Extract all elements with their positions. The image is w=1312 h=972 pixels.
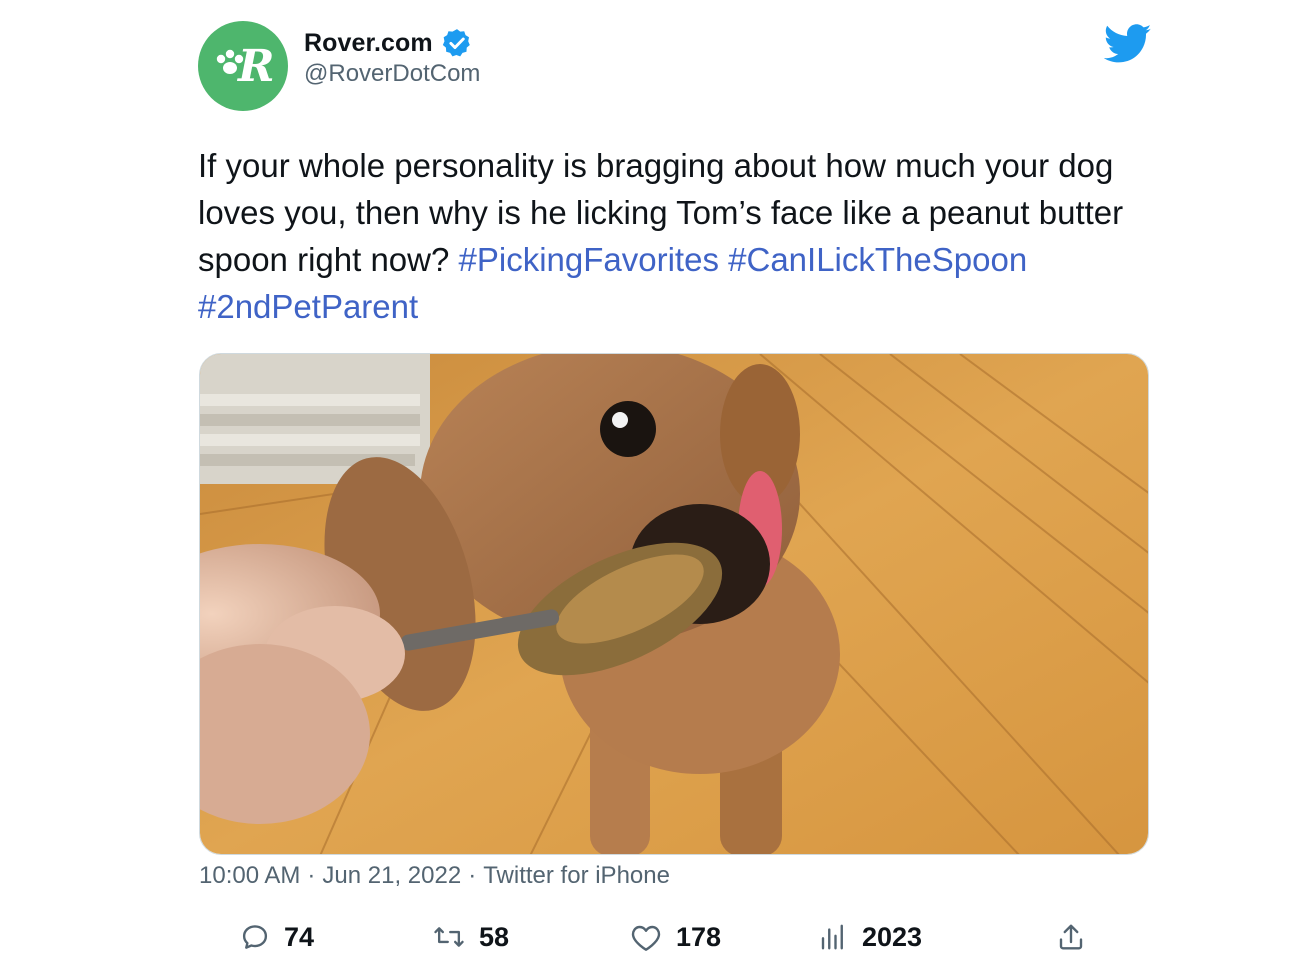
tweet-time[interactable]: 10:00 AM (199, 862, 300, 889)
views-button[interactable]: 2023 (818, 914, 922, 960)
tweet-media-image[interactable] (199, 353, 1149, 855)
avatar-letter: R (236, 41, 275, 92)
author-name-row[interactable]: Rover.com (304, 26, 473, 60)
views-chart-icon (818, 922, 848, 952)
views-count: 2023 (862, 921, 923, 952)
share-icon (1056, 922, 1086, 952)
author-handle[interactable]: @RoverDotCom (304, 60, 480, 88)
hashtag-link[interactable]: #2ndPetParent (198, 288, 418, 325)
retweet-count: 58 (479, 921, 510, 952)
tweet-source[interactable]: Twitter for iPhone (483, 862, 670, 889)
tweet-actions: 74 58 178 2023 (0, 914, 1312, 960)
reply-icon (240, 922, 270, 952)
display-name[interactable]: Rover.com (304, 29, 433, 58)
share-button[interactable] (1056, 914, 1100, 960)
retweet-button[interactable]: 58 (433, 914, 509, 960)
avatar[interactable]: R (198, 21, 288, 111)
heart-icon (630, 922, 662, 952)
tweet-card: R Rover.com @RoverDotCom If your whole p… (0, 0, 1312, 972)
tweet-date[interactable]: Jun 21, 2022 (322, 862, 461, 889)
reply-count: 74 (284, 921, 315, 952)
hashtag-link[interactable]: #PickingFavorites (459, 241, 719, 278)
verified-badge-icon (441, 27, 473, 59)
twitter-bird-icon[interactable] (1103, 24, 1152, 64)
meta-separator: · (307, 862, 316, 889)
like-count: 178 (676, 921, 722, 952)
hashtag-link[interactable]: #CanILickTheSpoon (728, 241, 1027, 278)
like-button[interactable]: 178 (630, 914, 721, 960)
meta-separator: · (468, 862, 477, 889)
tweet-text: If your whole personality is bragging ab… (198, 142, 1178, 330)
tweet-meta: 10:00 AM · Jun 21, 2022 · Twitter for iPhone (199, 862, 670, 890)
retweet-icon (433, 922, 465, 952)
reply-button[interactable]: 74 (240, 914, 314, 960)
